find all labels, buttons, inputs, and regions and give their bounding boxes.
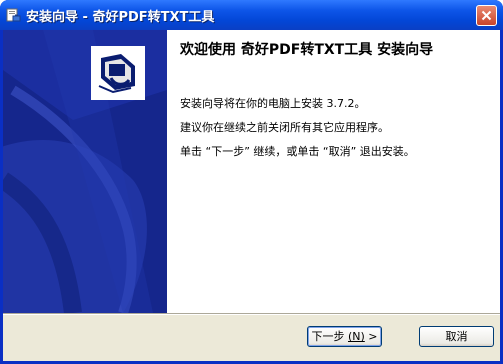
window-title: 安装向导 - 奇好PDF转TXT工具 <box>26 10 215 25</box>
close-icon <box>481 10 492 21</box>
next-button[interactable]: 下一步 (N) > <box>307 326 382 347</box>
welcome-heading: 欢迎使用 奇好PDF转TXT工具 安装向导 <box>180 42 434 58</box>
close-apps-advice-text: 建议你在继续之前关闭所有其它应用程序。 <box>180 121 389 134</box>
next-button-label: 下一步 <box>311 330 345 343</box>
installer-logo <box>91 46 145 100</box>
next-button-mnemonic: (N) <box>347 330 365 343</box>
installer-window: 安装向导 - 奇好PDF转TXT工具 欢迎使用 奇好PDF转TXT工具 安装向导… <box>0 0 503 364</box>
cancel-button[interactable]: 取消 <box>419 326 494 347</box>
wizard-welcome-panel: 欢迎使用 奇好PDF转TXT工具 安装向导 安装向导将在你的电脑上安装 3.7.… <box>3 30 500 313</box>
welcome-content: 欢迎使用 奇好PDF转TXT工具 安装向导 安装向导将在你的电脑上安装 3.7.… <box>167 30 500 313</box>
wizard-banner-image <box>3 30 167 313</box>
install-version-text: 安装向导将在你的电脑上安装 3.7.2。 <box>180 97 366 110</box>
installer-app-icon <box>6 7 22 23</box>
footer-divider <box>3 313 500 315</box>
navigation-instructions-text: 单击 “下一步” 继续，或单击 “取消” 退出安装。 <box>180 145 415 158</box>
dialog-client-area: 欢迎使用 奇好PDF转TXT工具 安装向导 安装向导将在你的电脑上安装 3.7.… <box>3 30 500 361</box>
title-bar[interactable]: 安装向导 - 奇好PDF转TXT工具 <box>0 0 503 30</box>
next-arrow-icon: > <box>368 330 378 343</box>
close-button[interactable] <box>476 5 497 26</box>
